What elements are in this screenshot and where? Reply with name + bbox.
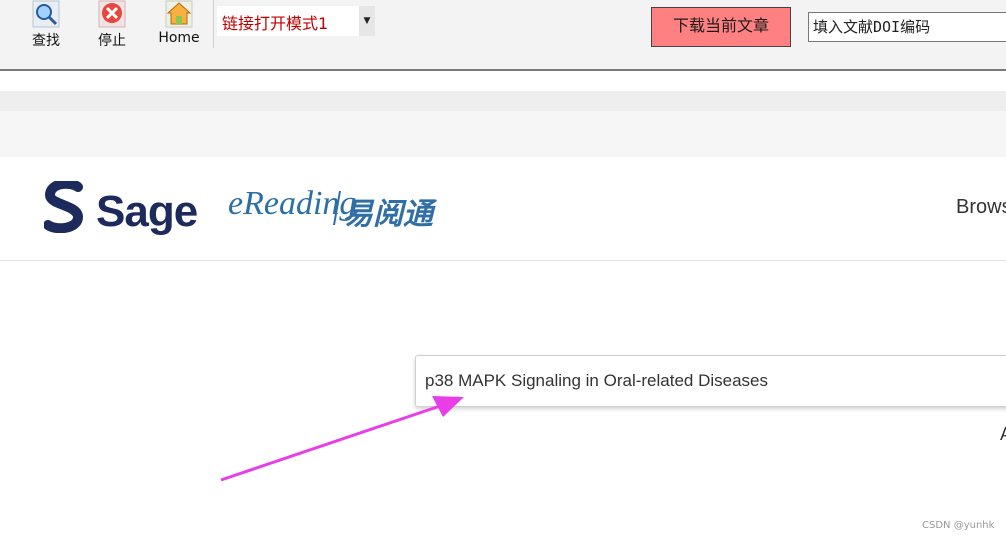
- ereading-chinese-text: 易阅通: [343, 197, 433, 232]
- sage-s-mark-icon: [44, 181, 84, 233]
- search-input[interactable]: p38 MAPK Signaling in Oral-related Disea…: [415, 355, 1006, 407]
- csdn-watermark: CSDN @yunhk: [922, 520, 995, 531]
- stop-button[interactable]: 停止: [82, 0, 142, 50]
- doi-input[interactable]: [808, 12, 1006, 42]
- nav-browse-link[interactable]: Brows: [956, 196, 1006, 219]
- home-label: Home: [158, 30, 200, 46]
- clipped-text-fragment: A: [1000, 424, 1006, 445]
- dropdown-arrow-icon[interactable]: ▼: [359, 6, 375, 36]
- top-banner-area: [0, 111, 1006, 157]
- open-mode-select[interactable]: 链接打开模式1 ▼: [217, 6, 375, 36]
- search-input-value: p38 MAPK Signaling in Oral-related Disea…: [425, 371, 769, 390]
- find-button[interactable]: 查找: [16, 0, 76, 50]
- home-button[interactable]: Home: [148, 0, 210, 50]
- toolbar-separator: [213, 0, 214, 48]
- site-header: Sage eReading 易阅通 Brows: [0, 157, 1006, 261]
- home-icon: [165, 0, 193, 28]
- sage-logo[interactable]: Sage: [44, 179, 204, 237]
- sage-brand-text: Sage: [96, 187, 198, 236]
- stop-icon: [98, 0, 126, 28]
- browser-toolbar: 查找 停止 Home 链接打开模式1 ▼ 下载当前文章: [0, 0, 1006, 71]
- stop-label: 停止: [98, 33, 126, 49]
- ereading-logo[interactable]: eReading 易阅通: [228, 185, 458, 235]
- grey-strip: [0, 91, 1006, 111]
- find-label: 查找: [32, 33, 60, 49]
- download-article-button[interactable]: 下载当前文章: [651, 7, 791, 47]
- magnifier-icon: [32, 0, 60, 28]
- open-mode-value: 链接打开模式1: [222, 14, 329, 33]
- blank-strip: [0, 71, 1006, 91]
